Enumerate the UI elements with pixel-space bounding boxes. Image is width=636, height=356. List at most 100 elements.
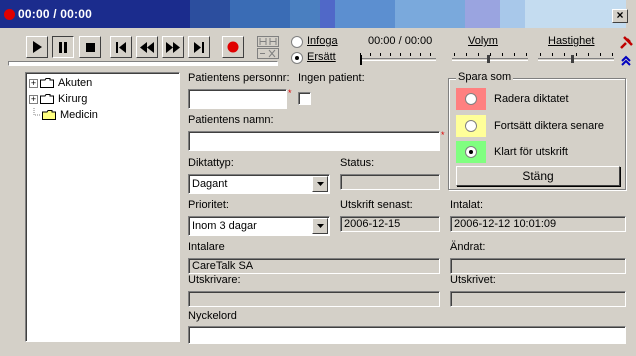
delete-radio[interactable] <box>465 93 477 105</box>
transcriber-field <box>188 291 440 307</box>
priority-label: Prioritet: <box>188 199 229 211</box>
save-option-delete[interactable] <box>456 88 486 110</box>
save-option-delete-label: Radera diktatet <box>494 93 569 105</box>
volume-label: Volym <box>468 35 498 47</box>
go-to-start-button[interactable] <box>110 36 132 58</box>
category-tree[interactable]: + Akuten + Kirurg Medicin <box>25 72 180 342</box>
record-button[interactable] <box>222 36 244 58</box>
required-mark: * <box>441 130 445 140</box>
fast-forward-button[interactable] <box>162 36 184 58</box>
continue-later-radio[interactable] <box>465 120 477 132</box>
mode-insert-label: Infoga <box>307 35 338 47</box>
transcribed-field <box>450 291 626 307</box>
rewind-button[interactable] <box>136 36 158 58</box>
chevron-down-icon <box>316 224 324 228</box>
fast-forward-icon <box>166 41 180 53</box>
folder-icon <box>40 94 54 104</box>
record-icon <box>227 41 239 53</box>
skip-end-icon <box>194 41 204 53</box>
skip-start-icon <box>116 41 126 53</box>
tree-connector-icon <box>33 108 40 116</box>
dropdown-button[interactable] <box>312 218 328 234</box>
position-slider[interactable] <box>356 51 440 65</box>
status-label: Status: <box>340 157 375 169</box>
pause-icon <box>59 41 67 53</box>
collapse-button[interactable] <box>619 54 633 68</box>
no-patient-label: Ingen patient: <box>298 72 365 84</box>
mode-replace-label: Ersätt <box>307 51 336 63</box>
pin-icon <box>620 36 633 49</box>
save-option-ready[interactable] <box>456 141 486 163</box>
expand-icon[interactable]: + <box>29 78 38 88</box>
folder-icon <box>42 110 56 120</box>
insert-mark-button[interactable] <box>257 36 279 47</box>
tree-item-akuten[interactable]: + Akuten <box>29 76 92 90</box>
priority-value: Inom 3 dagar <box>192 220 257 232</box>
slider-thumb[interactable] <box>360 55 362 65</box>
keyword-label: Nyckelord <box>188 310 237 322</box>
transcribed-label: Utskrivet: <box>450 274 496 286</box>
mode-replace-radio[interactable] <box>291 52 303 64</box>
transcriber-label: Utskrivare: <box>188 274 241 286</box>
double-chevron-up-icon <box>621 55 631 66</box>
personnr-input[interactable] <box>188 89 287 109</box>
status-field <box>340 174 440 190</box>
speaker-label: Intalare <box>188 241 225 253</box>
close-window-button[interactable]: × <box>612 9 628 23</box>
printout-label: Utskrift senast: <box>340 199 413 211</box>
changed-field <box>450 258 626 274</box>
recorded-label: Intalat: <box>450 199 484 211</box>
speaker-field: CareTalk SA <box>188 258 440 274</box>
dropdown-button[interactable] <box>312 176 328 192</box>
delete-mark-button[interactable] <box>257 48 279 59</box>
play-icon <box>33 41 42 53</box>
changed-label: Ändrat: <box>450 241 486 253</box>
priority-select[interactable]: Inom 3 dagar <box>188 216 330 236</box>
play-button[interactable] <box>26 36 48 58</box>
chevron-down-icon <box>316 182 324 186</box>
save-as-title: Spara som <box>456 71 514 83</box>
name-input[interactable] <box>188 131 440 151</box>
required-mark: * <box>288 88 292 98</box>
close-button[interactable]: Stäng <box>456 166 620 186</box>
bracket-icon <box>259 38 277 45</box>
tree-item-kirurg[interactable]: + Kirurg <box>29 92 87 106</box>
tree-item-medicin[interactable]: Medicin <box>29 108 98 122</box>
volume-thumb[interactable] <box>487 55 490 63</box>
speed-slider[interactable] <box>534 51 618 65</box>
go-to-end-button[interactable] <box>188 36 210 58</box>
tree-item-label: Akuten <box>58 77 93 89</box>
dictation-type-label: Diktattyp: <box>188 157 234 169</box>
speed-thumb[interactable] <box>571 55 574 63</box>
tree-item-label: Kirurg <box>58 93 88 105</box>
stop-icon <box>85 42 95 52</box>
volume-slider[interactable] <box>448 51 532 65</box>
recorded-field: 2006-12-12 10:01:09 <box>450 216 626 232</box>
dictation-type-value: Dagant <box>192 178 228 190</box>
printout-field: 2006-12-15 <box>340 216 440 232</box>
title-time: 00:00 / 00:00 <box>18 7 92 21</box>
time-display: 00:00 / 00:00 <box>368 35 433 47</box>
mode-insert-radio[interactable] <box>291 36 303 48</box>
pin-button[interactable] <box>619 36 633 50</box>
rewind-icon <box>140 41 154 53</box>
personnr-label: Patientens personnr: <box>188 72 290 84</box>
cross-bracket-icon <box>260 49 276 58</box>
position-seekbar[interactable] <box>8 61 278 66</box>
dictation-type-select[interactable]: Dagant <box>188 174 330 194</box>
folder-icon <box>40 78 54 88</box>
save-option-continue-later[interactable] <box>456 115 486 137</box>
expand-icon[interactable]: + <box>29 94 38 104</box>
speed-label: Hastighet <box>548 35 595 47</box>
save-option-continue-label: Fortsätt diktera senare <box>494 120 605 132</box>
no-patient-checkbox[interactable] <box>298 92 311 105</box>
save-option-ready-label: Klart för utskrift <box>494 146 568 158</box>
ready-radio[interactable] <box>465 146 477 158</box>
stop-button[interactable] <box>79 36 101 58</box>
tree-item-label: Medicin <box>60 109 98 121</box>
record-indicator-icon <box>4 9 15 20</box>
keyword-input[interactable] <box>188 326 626 344</box>
title-bar <box>0 0 636 28</box>
pause-button[interactable] <box>52 36 74 58</box>
name-label: Patientens namn: <box>188 114 274 126</box>
